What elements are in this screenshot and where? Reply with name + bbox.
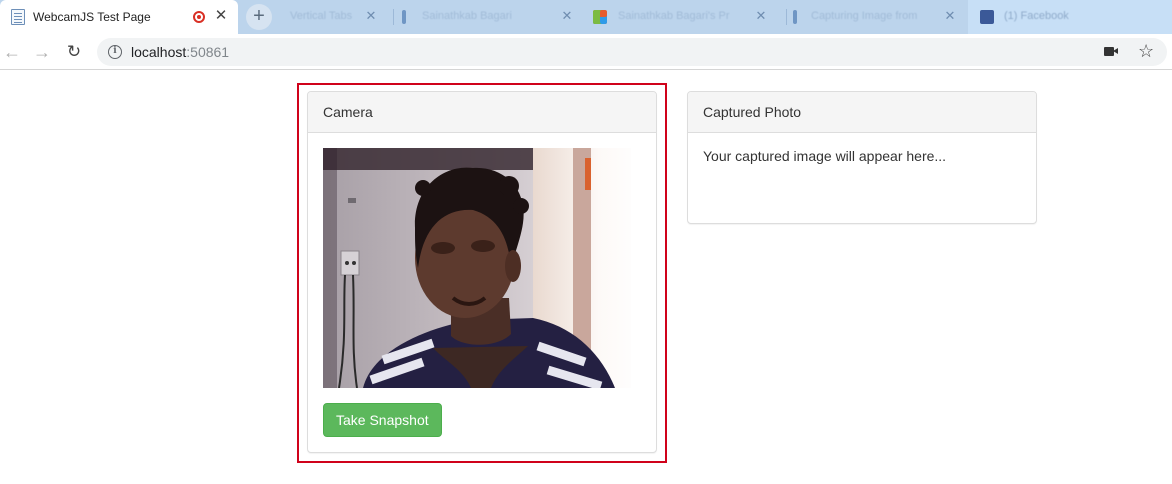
tab-background[interactable]: Vertical Tabs ✕ (276, 0, 386, 34)
reload-icon[interactable]: ↻ (64, 42, 84, 62)
camera-panel-heading: Camera (308, 92, 656, 133)
camera-panel: Camera Take Snapshot (307, 91, 657, 453)
url-host: localhost (131, 44, 187, 60)
tab-active[interactable]: WebcamJS Test Page ✕ (0, 0, 238, 34)
info-icon[interactable]: i (108, 45, 122, 59)
close-tab-icon[interactable]: ✕ (943, 8, 957, 24)
tab-favicon-icon (793, 10, 797, 24)
forward-arrow-icon[interactable]: → (32, 42, 52, 62)
tab-title: Sainathkab Bagari (422, 10, 512, 22)
back-arrow-icon[interactable]: ← (2, 42, 22, 62)
captured-photo-placeholder: Your captured image will appear here... (703, 148, 947, 164)
new-tab-button[interactable]: + (246, 4, 272, 30)
tab-favicon-icon (402, 10, 406, 24)
tab-strip: WebcamJS Test Page ✕ + Vertical Tabs ✕ S… (0, 0, 1172, 34)
close-tab-icon[interactable]: ✕ (364, 8, 378, 24)
close-tab-icon[interactable]: ✕ (754, 8, 768, 24)
tab-background[interactable]: Sainathkab Bagari's Pr ✕ (584, 0, 780, 34)
captured-photo-body: Your captured image will appear here... (688, 133, 1036, 179)
take-snapshot-button[interactable]: Take Snapshot (323, 403, 442, 437)
tab-title: Capturing Image from (811, 10, 918, 22)
tab-background[interactable]: (1) Facebook (968, 0, 1172, 34)
tab-title: Sainathkab Bagari's Pr (618, 10, 730, 22)
captured-photo-heading: Captured Photo (688, 92, 1036, 133)
camera-in-use-icon[interactable] (1104, 47, 1118, 56)
captured-photo-panel: Captured Photo Your captured image will … (687, 91, 1037, 224)
recording-icon (193, 11, 205, 23)
tab-background[interactable]: Sainathkab Bagari ✕ (394, 0, 584, 34)
close-tab-icon[interactable]: ✕ (560, 8, 574, 24)
tab-background[interactable]: Capturing Image from ✕ (787, 0, 967, 34)
page-favicon-icon (11, 9, 25, 25)
browser-toolbar: ← → ↻ i localhost:50861 ☆ (0, 34, 1172, 70)
camera-panel-body: Take Snapshot (308, 133, 656, 452)
close-tab-icon[interactable]: ✕ (214, 8, 228, 24)
webcam-video-feed (323, 148, 643, 388)
tab-title: Vertical Tabs (290, 10, 353, 22)
url-port: :50861 (186, 44, 230, 60)
tab-title: (1) Facebook (1004, 10, 1069, 22)
address-bar[interactable]: i localhost:50861 ☆ (97, 38, 1167, 66)
tab-title: WebcamJS Test Page (33, 10, 151, 24)
tab-favicon-icon (593, 10, 607, 24)
url-text[interactable]: localhost:50861 (131, 44, 229, 60)
facebook-icon (980, 10, 994, 24)
bookmark-star-icon[interactable]: ☆ (1138, 41, 1154, 62)
